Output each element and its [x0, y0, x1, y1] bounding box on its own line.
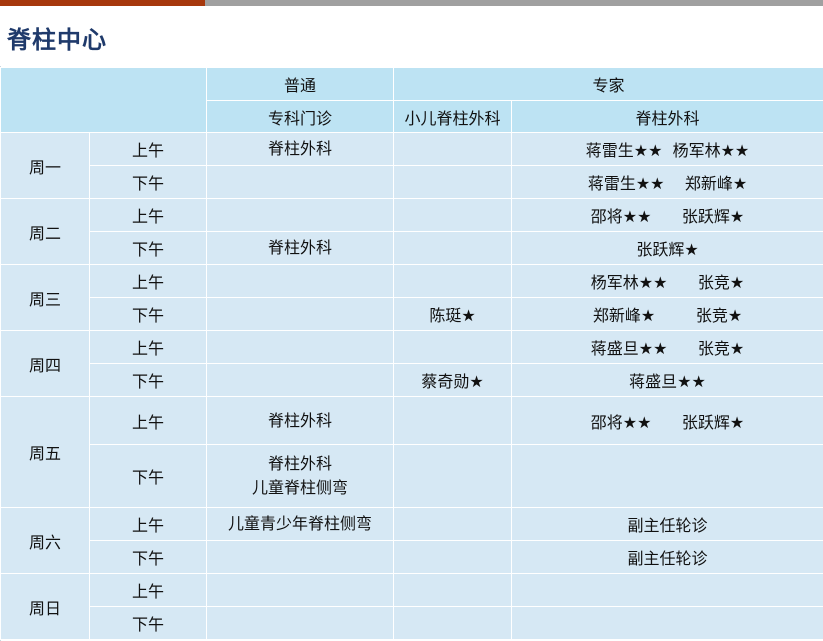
- period-cell: 上午: [89, 264, 207, 298]
- spine-surgery-cell: 邵将★★ 张跃辉★: [510, 198, 823, 232]
- period-cell: 上午: [89, 132, 207, 166]
- spine-surgery-cell: 蒋盛旦★★: [510, 363, 823, 397]
- general-clinic-cell: [206, 606, 394, 640]
- schedule-row: 下午 蔡奇勋★ 蒋盛旦★★: [1, 363, 823, 397]
- day-cell: 周二: [0, 198, 90, 265]
- general-clinic-cell: 脊柱外科儿童脊柱侧弯: [206, 444, 394, 508]
- schedule-row: 下午: [1, 606, 823, 640]
- top-accent-bar-gray: [205, 0, 823, 6]
- general-clinic-cell: [206, 573, 394, 607]
- spine-surgery-cell: 副主任轮诊: [510, 540, 823, 574]
- peds-spine-cell: [393, 396, 512, 445]
- schedule-row: 下午 脊柱外科 儿童脊柱侧弯: [1, 444, 823, 508]
- general-clinic-entry: 脊柱外科: [267, 454, 332, 473]
- general-clinic-entry: 脊柱外科: [267, 238, 332, 257]
- peds-spine-cell: [393, 606, 512, 640]
- schedule-row: 下午 副主任轮诊: [1, 540, 823, 574]
- general-clinic-cell: [206, 297, 394, 331]
- spine-surgery-cell: 蒋盛旦★★ 张竞★: [510, 330, 823, 364]
- day-cell: 周六: [0, 507, 90, 574]
- period-cell: 下午: [89, 444, 207, 508]
- day-cell: 周五: [0, 396, 90, 508]
- schedule-table: 普通 专家 专科门诊 小儿脊柱外科 脊柱外科 周一 上午 脊柱外科 蒋雷生★★ 杨军林…: [0, 67, 823, 640]
- schedule-row: 周四 上午 蒋盛旦★★ 张竞★: [0, 330, 823, 397]
- period-cell: 下午: [89, 540, 207, 574]
- day-cell: 周日: [0, 573, 90, 640]
- period-cell: 上午: [89, 573, 207, 607]
- peds-spine-cell: [393, 444, 512, 508]
- schedule-row: 下午 陈珽★ 郑新峰★ 张竞★: [1, 297, 823, 331]
- day-cell: 周四: [0, 330, 90, 397]
- peds-spine-cell: [393, 132, 512, 166]
- peds-spine-cell: [393, 165, 512, 199]
- spine-surgery-cell: 张跃辉★: [510, 231, 823, 265]
- schedule-row: 周六 上午 儿童青少年脊柱侧弯 副主任轮诊: [0, 507, 823, 574]
- schedule-row: 下午 蒋雷生★★ 郑新峰★: [1, 165, 823, 199]
- peds-spine-cell: 陈珽★: [393, 297, 512, 331]
- day-cell: 周一: [0, 132, 90, 199]
- period-cell: 上午: [89, 507, 207, 541]
- peds-spine-cell: [393, 573, 512, 607]
- general-clinic-entry: 脊柱外科: [267, 410, 332, 430]
- header-col-peds: 小儿脊柱外科: [393, 100, 512, 133]
- general-clinic-cell: [206, 165, 394, 199]
- spine-surgery-cell: [510, 606, 823, 640]
- schedule-row: 下午 脊柱外科 张跃辉★: [1, 231, 823, 265]
- top-accent-bar: [0, 0, 823, 6]
- peds-spine-cell: [393, 231, 512, 265]
- header-corner: [0, 67, 207, 133]
- general-clinic-cell: [206, 264, 394, 298]
- peds-spine-cell: [393, 330, 512, 364]
- general-clinic-entry: 脊柱外科: [267, 139, 332, 158]
- general-clinic-cell: 儿童青少年脊柱侧弯: [206, 507, 394, 541]
- general-clinic-cell: [206, 198, 394, 232]
- peds-spine-cell: [393, 264, 512, 298]
- spine-surgery-cell: 蒋雷生★★ 郑新峰★: [510, 165, 823, 199]
- peds-spine-cell: 蔡奇勋★: [393, 363, 512, 397]
- spine-surgery-cell: [510, 573, 823, 607]
- period-cell: 下午: [89, 606, 207, 640]
- general-clinic-cell: 脊柱外科: [206, 132, 394, 166]
- peds-spine-cell: [393, 507, 512, 541]
- period-cell: 下午: [89, 363, 207, 397]
- schedule-row: 周一 上午 脊柱外科 蒋雷生★★ 杨军林★★: [0, 132, 823, 199]
- schedule-body: 普通 专家 专科门诊 小儿脊柱外科 脊柱外科 周一 上午 脊柱外科 蒋雷生★★ 杨军林…: [0, 67, 823, 640]
- header-col-spine: 脊柱外科: [510, 100, 823, 133]
- general-clinic-cell: [206, 540, 394, 574]
- header-col-general: 专科门诊: [206, 100, 394, 133]
- schedule-row: 周五 上午 脊柱外科 邵将★★ 张跃辉★: [0, 396, 823, 508]
- spine-surgery-cell: [510, 444, 823, 508]
- general-clinic-cell: [206, 330, 394, 364]
- period-cell: 下午: [89, 231, 207, 265]
- period-cell: 下午: [89, 165, 207, 199]
- page-title: 脊柱中心: [7, 26, 107, 54]
- general-clinic-entry: 儿童青少年脊柱侧弯: [227, 514, 372, 533]
- general-clinic-cell: 脊柱外科: [206, 396, 394, 445]
- spine-surgery-cell: 郑新峰★ 张竞★: [510, 297, 823, 331]
- top-accent-bar-red: [0, 0, 205, 6]
- peds-spine-cell: [393, 540, 512, 574]
- spine-surgery-cell: 副主任轮诊: [510, 507, 823, 541]
- period-cell: 上午: [89, 396, 207, 445]
- day-cell: 周三: [0, 264, 90, 331]
- schedule-row: 周三 上午 杨军林★★ 张竞★: [0, 264, 823, 331]
- general-clinic-cell: 脊柱外科: [206, 231, 394, 265]
- spine-surgery-cell: 杨军林★★ 张竞★: [510, 264, 823, 298]
- schedule-row: 周日 上午: [0, 573, 823, 640]
- schedule-row: 周二 上午 邵将★★ 张跃辉★: [0, 198, 823, 265]
- general-clinic-cell: [206, 363, 394, 397]
- general-clinic-entry: 儿童脊柱侧弯: [251, 478, 348, 497]
- header-group-expert: 专家: [392, 67, 823, 101]
- header-group-general: 普通: [206, 67, 394, 101]
- spine-surgery-cell: 蒋雷生★★ 杨军林★★: [510, 132, 823, 166]
- peds-spine-cell: [393, 198, 512, 232]
- period-cell: 下午: [89, 297, 207, 331]
- header-row-groups: 普通 专家: [0, 67, 823, 133]
- period-cell: 上午: [89, 330, 207, 364]
- period-cell: 上午: [89, 198, 207, 232]
- spine-surgery-cell: 邵将★★ 张跃辉★: [510, 396, 823, 445]
